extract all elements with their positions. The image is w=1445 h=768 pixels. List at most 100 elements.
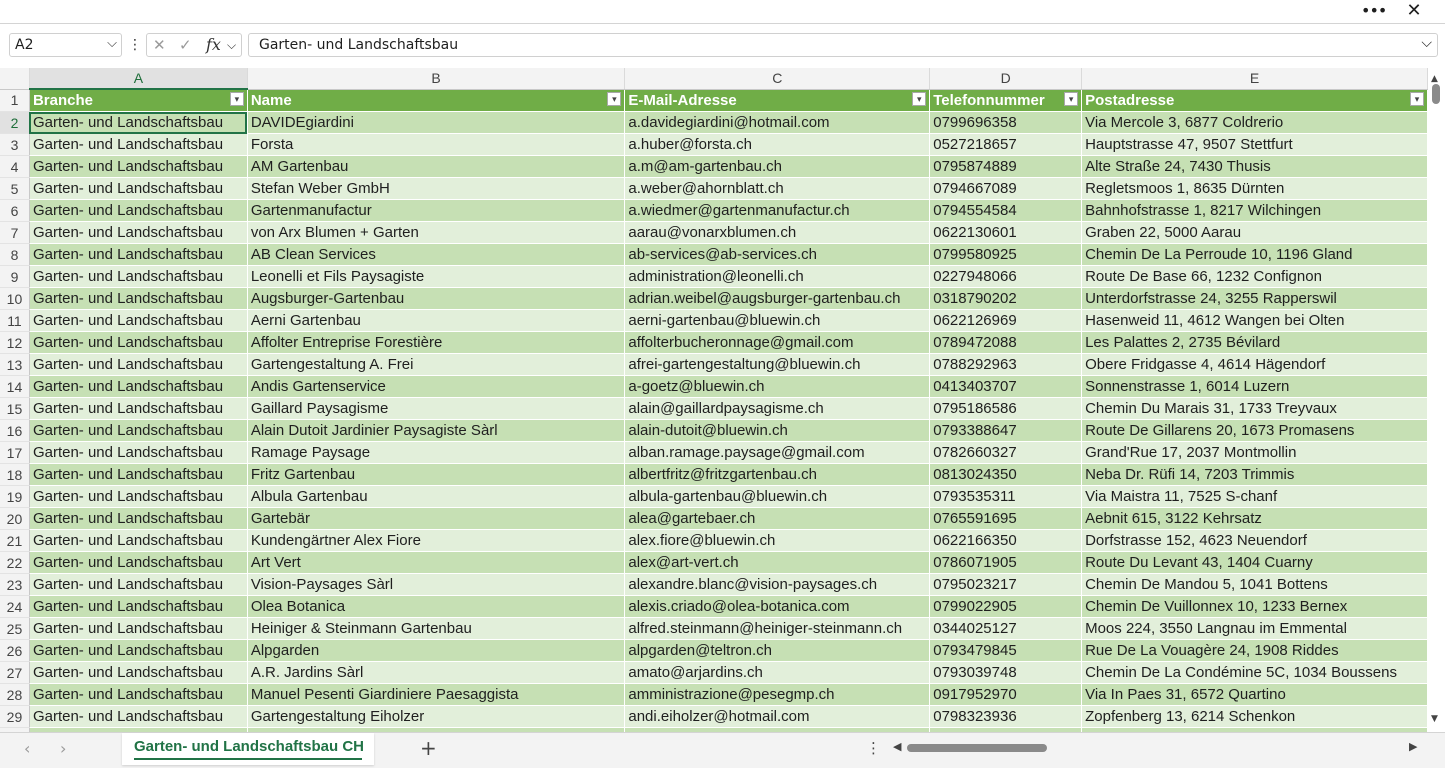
cell-a[interactable]: Garten- und Landschaftsbau [29,397,248,420]
filter-dropdown-icon[interactable]: ▾ [229,92,244,106]
cell-d[interactable]: 0799022905 [929,595,1083,618]
cell-c[interactable]: alex.fiore@bluewin.ch [624,529,931,552]
cell-a[interactable]: Garten- und Landschaftsbau [29,573,248,596]
row-header[interactable]: 27 [0,661,30,684]
cell-e[interactable]: Sonnenstrasse 1, 6014 Luzern [1081,375,1428,398]
insert-function-icon[interactable]: fx [206,35,221,54]
cell-d[interactable]: 0798323936 [929,705,1083,728]
cell-e[interactable]: Route Du Levant 43, 1404 Cuarny [1081,551,1428,574]
cell-b[interactable]: Aerni Gartenbau [247,309,626,332]
cell-a[interactable]: Garten- und Landschaftsbau [29,419,248,442]
row-header[interactable]: 22 [0,551,30,574]
cell-b[interactable]: Vision-Paysages Sàrl [247,573,626,596]
cell-c[interactable]: alexis.criado@olea-botanica.com [624,595,931,618]
cell-e[interactable]: Route De Base 66, 1232 Confignon [1081,265,1428,288]
row-header[interactable]: 16 [0,419,30,442]
column-header-b[interactable]: B [247,68,626,90]
cell-c[interactable]: affolterbucheronnage@gmail.com [624,331,931,354]
cell-a[interactable]: Garten- und Landschaftsbau [29,243,248,266]
vertical-dots-icon[interactable]: ⋮ [128,36,142,56]
scroll-right-icon[interactable]: ▶ [1409,740,1417,753]
cell-d[interactable]: 0622130601 [929,221,1083,244]
more-options-icon[interactable]: ••• [1361,0,1387,22]
cell-d[interactable]: 0793388647 [929,419,1083,442]
expand-formula-icon[interactable]: ⌵ [1421,35,1432,51]
cell-c[interactable]: a.weber@ahornblatt.ch [624,177,931,200]
cell-e[interactable]: Via Mercole 3, 6877 Coldrerio [1081,111,1428,134]
cell-b[interactable]: Gartengestaltung A. Frei [247,353,626,376]
cell-e[interactable]: Via In Paes 31, 6572 Quartino [1081,683,1428,706]
row-header[interactable]: 5 [0,177,30,200]
cell-d[interactable]: 0795023217 [929,573,1083,596]
scroll-thumb[interactable] [1432,84,1440,104]
row-header[interactable]: 4 [0,155,30,178]
cell-a[interactable]: Garten- und Landschaftsbau [29,133,248,156]
cell-e[interactable]: Bahnhofstrasse 1, 8217 Wilchingen [1081,199,1428,222]
row-header[interactable]: 14 [0,375,30,398]
cell-e[interactable]: Chemin De Vuillonnex 10, 1233 Bernex [1081,595,1428,618]
cell-c[interactable]: aerni-gartenbau@bluewin.ch [624,309,931,332]
scroll-thumb[interactable] [907,744,1047,752]
cell-c[interactable]: albertfritz@fritzgartenbau.ch [624,463,931,486]
row-header[interactable]: 18 [0,463,30,486]
cell-e[interactable]: Graben 22, 5000 Aarau [1081,221,1428,244]
cell-c[interactable]: alea@gartebaer.ch [624,507,931,530]
row-header[interactable]: 25 [0,617,30,640]
cell-a[interactable]: Garten- und Landschaftsbau [29,375,248,398]
enter-icon[interactable]: ✓ [179,36,192,54]
cell-a[interactable]: Garten- und Landschaftsbau [29,683,248,706]
row-header[interactable]: 11 [0,309,30,332]
vertical-scrollbar[interactable]: ▲ ▼ [1428,68,1445,732]
cell-a[interactable]: Garten- und Landschaftsbau [29,661,248,684]
cell-b[interactable]: von Arx Blumen + Garten [247,221,626,244]
cell-e[interactable]: Chemin De La Perroude 10, 1196 Gland [1081,243,1428,266]
column-header-a[interactable]: A [29,68,248,90]
cell-a[interactable]: Garten- und Landschaftsbau [29,617,248,640]
cell-b[interactable]: Gartebär [247,507,626,530]
cell-d[interactable]: 0622166350 [929,529,1083,552]
row-header[interactable]: 29 [0,705,30,728]
cell-d[interactable]: 0789472088 [929,331,1083,354]
cell-a[interactable]: Garten- und Landschaftsbau [29,441,248,464]
row-header[interactable]: 12 [0,331,30,354]
cell-c[interactable]: alpgarden@teltron.ch [624,639,931,662]
cell-a[interactable]: Garten- und Landschaftsbau [29,265,248,288]
row-header[interactable]: 9 [0,265,30,288]
cell-d[interactable]: 0795874889 [929,155,1083,178]
cell-c[interactable]: albula-gartenbau@bluewin.ch [624,485,931,508]
sheet-tab-active[interactable]: Garten- und Landschaftsbau CH [122,733,374,765]
cell-a[interactable]: Garten- und Landschaftsbau [29,155,248,178]
cell-c[interactable]: alban.ramage.paysage@gmail.com [624,441,931,464]
cell-c[interactable]: a-goetz@bluewin.ch [624,375,931,398]
row-header[interactable]: 3 [0,133,30,156]
cell-e[interactable]: Via Maistra 11, 7525 S-chanf [1081,485,1428,508]
cancel-icon[interactable]: ✕ [153,36,166,54]
cell-a[interactable]: Garten- und Landschaftsbau [29,331,248,354]
cell-d[interactable]: 0799696358 [929,111,1083,134]
column-header-e[interactable]: E [1081,68,1428,90]
cell-a[interactable]: Garten- und Landschaftsbau [29,221,248,244]
row-header[interactable]: 19 [0,485,30,508]
cell-b[interactable]: AB Clean Services [247,243,626,266]
select-all-corner[interactable] [0,68,30,90]
header-cell-branche[interactable]: Branche ▾ [29,89,248,112]
cell-e[interactable]: Obere Fridgasse 4, 4614 Hägendorf [1081,353,1428,376]
cell-e[interactable]: Alte Straße 24, 7430 Thusis [1081,155,1428,178]
cell-c[interactable]: a.m@am-gartenbau.ch [624,155,931,178]
cell-b[interactable]: Fritz Gartenbau [247,463,626,486]
cell-e[interactable]: Zopfenberg 13, 6214 Schenkon [1081,705,1428,728]
row-header[interactable]: 23 [0,573,30,596]
cell-e[interactable]: Chemin De Mandou 5, 1041 Bottens [1081,573,1428,596]
header-cell-email[interactable]: E-Mail-Adresse ▾ [624,89,931,112]
cell-d[interactable]: 0793039748 [929,661,1083,684]
cell-b[interactable]: Leonelli et Fils Paysagiste [247,265,626,288]
chevron-down-icon[interactable]: ⌵ [227,38,236,53]
row-header[interactable]: 26 [0,639,30,662]
chevron-down-icon[interactable]: ⌵ [107,36,117,51]
scroll-down-icon[interactable]: ▼ [1431,714,1438,724]
cell-e[interactable]: Chemin Du Marais 31, 1733 Treyvaux [1081,397,1428,420]
row-header[interactable]: 1 [0,89,30,112]
cell-e[interactable]: Route De Gillarens 20, 1673 Promasens [1081,419,1428,442]
cell-c[interactable]: afrei-gartengestaltung@bluewin.ch [624,353,931,376]
row-header[interactable]: 7 [0,221,30,244]
